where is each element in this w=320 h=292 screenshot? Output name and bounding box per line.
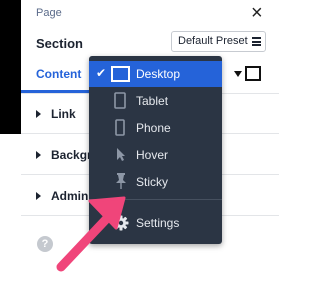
annotation-arrow (56, 196, 126, 272)
